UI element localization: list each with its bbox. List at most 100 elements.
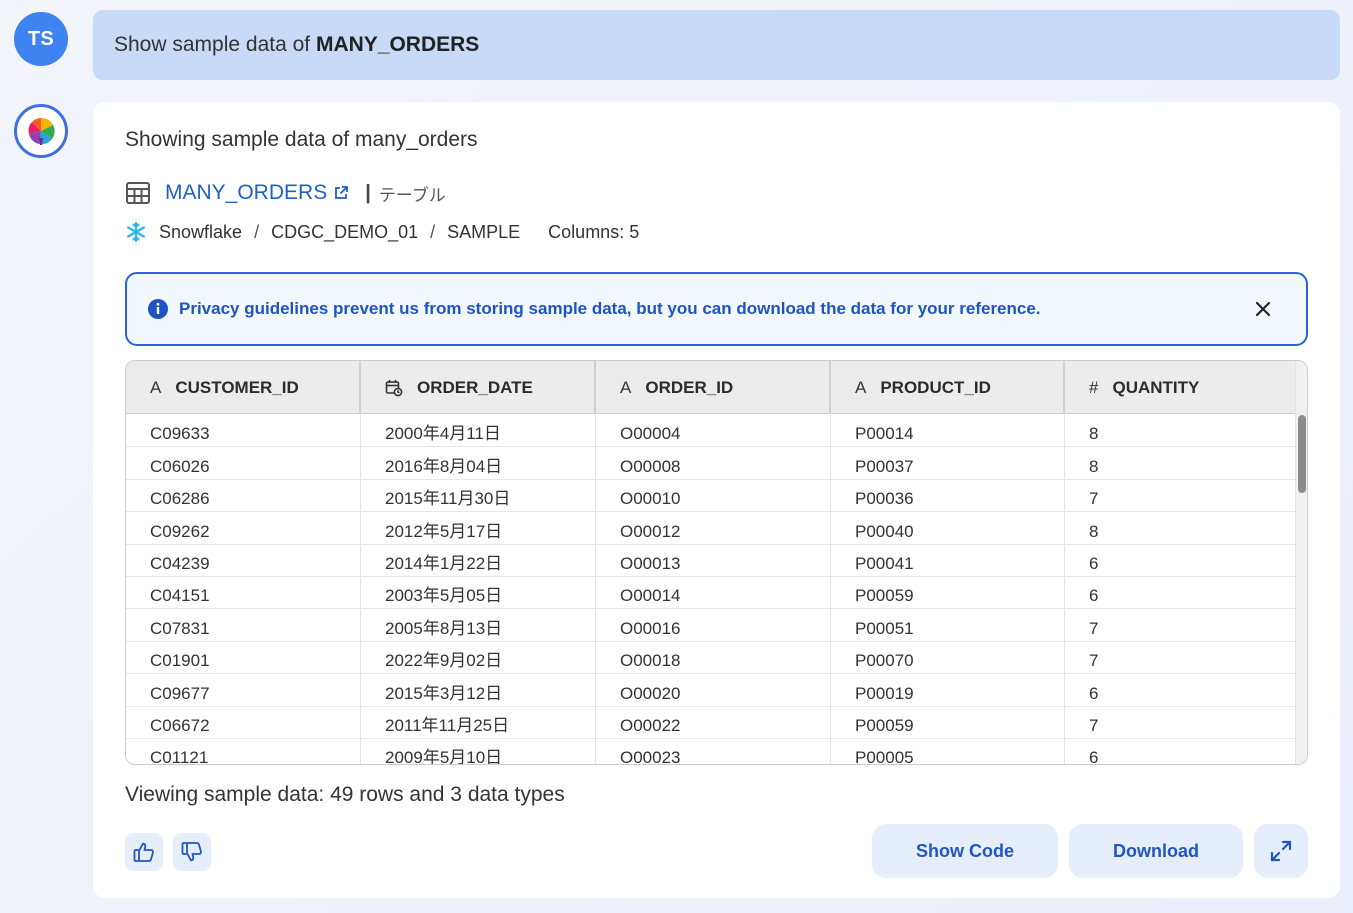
assistant-brain-icon bbox=[14, 104, 68, 158]
breadcrumb-database: CDGC_DEMO_01 bbox=[271, 221, 419, 242]
scrollbar-thumb[interactable] bbox=[1298, 415, 1306, 493]
table-cell: C04239 bbox=[126, 544, 361, 576]
number-type-icon: # bbox=[1089, 377, 1099, 397]
table-header: A CUSTOMER_ID ORDER_DATE A ORDER_ID A PR… bbox=[126, 361, 1297, 414]
table-cell: 2016年8月04日 bbox=[361, 447, 596, 479]
snowflake-icon bbox=[125, 221, 147, 243]
table-cell: 8 bbox=[1065, 447, 1297, 479]
table-row: C04239 2014年1月22日 O00013 P00041 6 bbox=[126, 544, 1297, 577]
table-cell: P00019 bbox=[831, 674, 1065, 706]
table-body: C09633 2000年4月11日 O00004 P00014 8 C06026… bbox=[126, 415, 1297, 764]
table-cell: 2005年8月13日 bbox=[361, 609, 596, 641]
table-cell: C06026 bbox=[126, 447, 361, 479]
download-button[interactable]: Download bbox=[1069, 824, 1243, 878]
column-header-customer-id[interactable]: A CUSTOMER_ID bbox=[126, 361, 361, 414]
asset-link[interactable]: MANY_ORDERS bbox=[165, 181, 327, 205]
table-cell: 8 bbox=[1065, 415, 1297, 447]
table-cell: O00016 bbox=[596, 609, 831, 641]
table-cell: 2022年9月02日 bbox=[361, 641, 596, 674]
table-cell: C09677 bbox=[126, 674, 361, 706]
table-cell: P00037 bbox=[831, 447, 1065, 479]
column-header-label: PRODUCT_ID bbox=[880, 377, 991, 397]
thumbs-up-icon bbox=[132, 840, 156, 864]
table-row: C07831 2005年8月13日 O00016 P00051 7 bbox=[126, 609, 1297, 642]
table-cell: 7 bbox=[1065, 609, 1297, 641]
table-cell: 2015年3月12日 bbox=[361, 674, 596, 706]
table-row: C06672 2011年11月25日 O00022 P00059 7 bbox=[126, 706, 1297, 739]
table-cell: P00041 bbox=[831, 544, 1065, 576]
close-icon[interactable] bbox=[1252, 298, 1274, 320]
breadcrumb-system: Snowflake bbox=[159, 221, 243, 242]
table-cell: P00070 bbox=[831, 641, 1065, 674]
table-cell: C07831 bbox=[126, 609, 361, 641]
privacy-banner-text: Privacy guidelines prevent us from stori… bbox=[179, 299, 1041, 318]
table-cell: 7 bbox=[1065, 706, 1297, 738]
privacy-banner: Privacy guidelines prevent us from stori… bbox=[125, 272, 1308, 346]
table-cell: 6 bbox=[1065, 544, 1297, 576]
table-row: C09262 2012年5月17日 O00012 P00040 8 bbox=[126, 512, 1297, 545]
column-header-label: CUSTOMER_ID bbox=[175, 377, 299, 397]
column-header-order-date[interactable]: ORDER_DATE bbox=[361, 361, 596, 414]
table-cell: O00008 bbox=[596, 447, 831, 479]
table-scrollbar[interactable] bbox=[1295, 361, 1307, 764]
asset-title-row: MANY_ORDERS | テーブル bbox=[125, 180, 446, 206]
sample-data-table: A CUSTOMER_ID ORDER_DATE A ORDER_ID A PR… bbox=[125, 360, 1308, 765]
text-type-icon: A bbox=[620, 377, 632, 397]
column-header-product-id[interactable]: A PRODUCT_ID bbox=[831, 361, 1065, 414]
table-cell: C01901 bbox=[126, 641, 361, 674]
table-cell: P00051 bbox=[831, 609, 1065, 641]
table-cell: P00059 bbox=[831, 706, 1065, 738]
table-cell: 2015年11月30日 bbox=[361, 479, 596, 512]
text-type-icon: A bbox=[150, 377, 162, 397]
table-cell: 6 bbox=[1065, 674, 1297, 706]
asset-type-label: テーブル bbox=[378, 185, 446, 205]
table-row: C09633 2000年4月11日 O00004 P00014 8 bbox=[126, 415, 1297, 448]
table-icon bbox=[125, 180, 151, 206]
response-card: Showing sample data of many_orders MANY_… bbox=[93, 102, 1340, 898]
text-type-icon: A bbox=[855, 377, 867, 397]
table-cell: C09262 bbox=[126, 512, 361, 544]
table-cell: O00010 bbox=[596, 479, 831, 512]
table-cell: 2003年5月05日 bbox=[361, 576, 596, 609]
table-cell: C09633 bbox=[126, 415, 361, 447]
breadcrumb-separator: / bbox=[430, 221, 436, 242]
user-message-text: Show sample data of bbox=[114, 33, 316, 56]
table-cell: 2014年1月22日 bbox=[361, 544, 596, 576]
table-cell: 7 bbox=[1065, 479, 1297, 512]
table-cell: O00012 bbox=[596, 512, 831, 544]
external-link-icon[interactable] bbox=[333, 185, 349, 201]
table-cell: C01121 bbox=[126, 738, 361, 764]
column-header-label: ORDER_ID bbox=[645, 377, 734, 397]
table-row: C01901 2022年9月02日 O00018 P00070 7 bbox=[126, 641, 1297, 675]
table-cell: O00013 bbox=[596, 544, 831, 576]
column-header-label: ORDER_DATE bbox=[417, 377, 533, 397]
column-header-order-id[interactable]: A ORDER_ID bbox=[596, 361, 831, 414]
breadcrumb-schema: SAMPLE bbox=[447, 221, 521, 242]
table-cell: 6 bbox=[1065, 576, 1297, 609]
table-row: C01121 2009年5月10日 O00023 P00005 6 bbox=[126, 738, 1297, 764]
date-type-icon bbox=[385, 379, 403, 397]
thumbs-down-icon bbox=[180, 840, 204, 864]
table-cell: P00059 bbox=[831, 576, 1065, 609]
show-code-button[interactable]: Show Code bbox=[872, 824, 1058, 878]
info-icon bbox=[147, 298, 169, 320]
table-row: C06026 2016年8月04日 O00008 P00037 8 bbox=[126, 447, 1297, 480]
table-cell: P00040 bbox=[831, 512, 1065, 544]
thumbs-up-button[interactable] bbox=[125, 833, 163, 871]
column-header-label: QUANTITY bbox=[1112, 377, 1200, 397]
table-cell: O00023 bbox=[596, 738, 831, 764]
expand-icon bbox=[1269, 839, 1293, 863]
column-header-quantity[interactable]: # QUANTITY bbox=[1065, 361, 1297, 414]
table-cell: P00005 bbox=[831, 738, 1065, 764]
breadcrumb-separator: / bbox=[254, 221, 260, 242]
table-cell: P00036 bbox=[831, 479, 1065, 512]
user-avatar: TS bbox=[14, 12, 68, 66]
table-cell: 2000年4月11日 bbox=[361, 415, 596, 447]
expand-button[interactable] bbox=[1254, 824, 1308, 878]
table-cell: 2009年5月10日 bbox=[361, 738, 596, 764]
user-message: Show sample data of MANY_ORDERS bbox=[93, 10, 1340, 80]
breadcrumb: Snowflake / CDGC_DEMO_01 / SAMPLE Column… bbox=[125, 221, 639, 243]
table-cell: C04151 bbox=[126, 576, 361, 609]
thumbs-down-button[interactable] bbox=[173, 833, 211, 871]
table-cell: C06672 bbox=[126, 706, 361, 738]
